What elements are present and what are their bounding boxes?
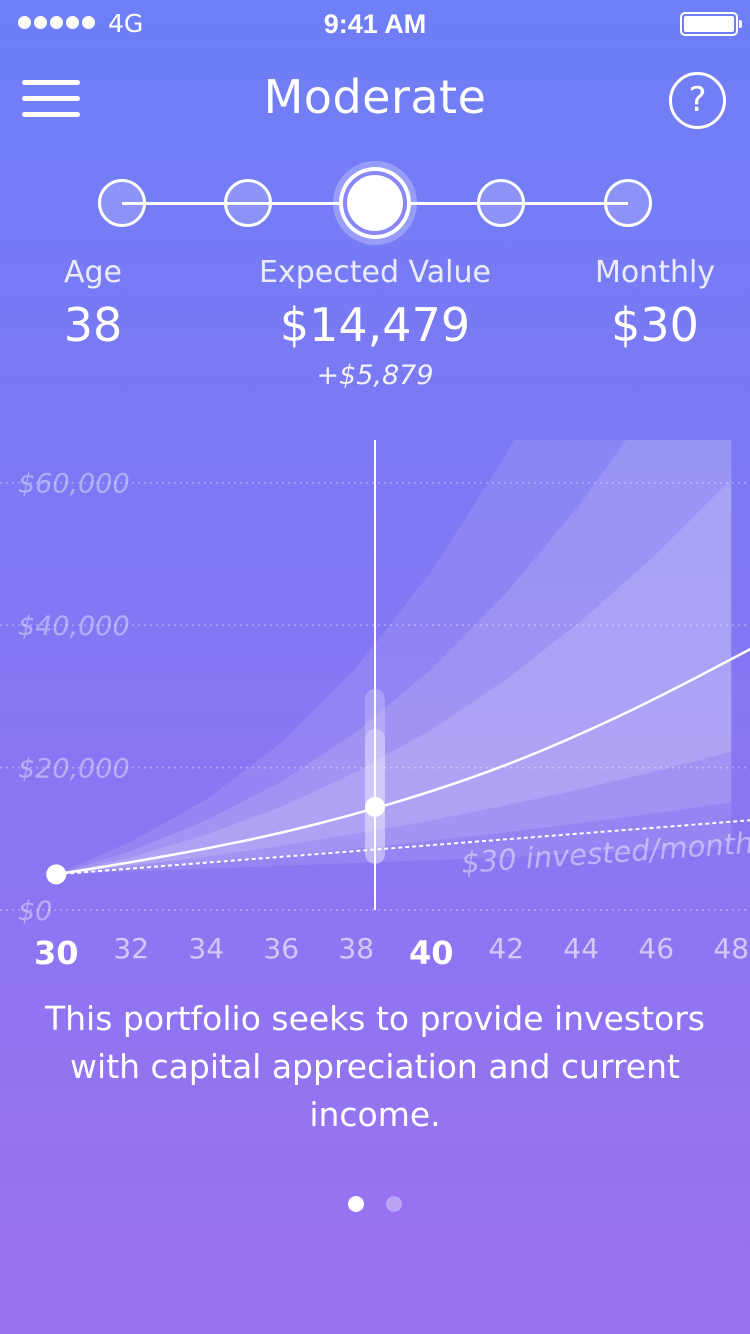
risk-level-2[interactable] [224,179,272,227]
x-tick-label: 40 [408,934,454,972]
x-tick-label: 34 [188,932,225,965]
y-tick-label: $60,000 [18,469,130,500]
expected-value-stat: Expected Value $14,479 +$5,879 [225,255,525,391]
risk-level-5[interactable] [604,179,652,227]
battery-icon [680,12,742,36]
age-value: 38 [63,298,123,352]
cursor-point [365,796,385,817]
y-tick-label: $40,000 [18,611,130,642]
monthly-value: $30 [611,298,699,352]
x-tick-label: 44 [563,932,600,965]
age-label: Age [63,255,123,290]
x-tick-label: 36 [263,932,300,965]
expected-value-amount: $14,479 [279,298,471,352]
monthly-stat: Monthly $30 [585,255,725,352]
monthly-label: Monthly [594,255,716,290]
projection-chart-svg: $0$20,000$40,000$60,000$30 invested/mont… [0,440,750,927]
x-tick-label: 32 [113,932,150,965]
risk-level-selector[interactable] [0,165,750,245]
cursor-range-inner [365,728,385,864]
start-point [46,864,67,885]
projection-chart[interactable]: $0 $20,000 $40,000 $60,000 $30 invested/mont… [0,440,750,930]
y-tick-label: $20,000 [18,754,130,785]
status-bar: 4G 9:41 AM [0,0,750,48]
age-stat: Age 38 [30,255,156,352]
x-axis-labels: 30 32 34 36 38 40 42 44 46 48 [0,930,750,972]
x-tick-label: 30 [33,934,79,972]
page-dot[interactable] [348,1196,364,1212]
help-button[interactable]: ? [669,72,726,129]
risk-level-3-selected[interactable] [339,167,411,239]
x-tick-label: 38 [338,932,375,965]
x-tick-label: 42 [488,932,525,965]
page-indicator[interactable] [0,1196,750,1212]
expected-value-label: Expected Value [259,255,491,290]
risk-level-4[interactable] [477,179,525,227]
risk-level-1[interactable] [98,179,146,227]
expected-value-change: +$5,879 [316,360,434,391]
x-tick-label: 46 [638,932,675,965]
portfolio-description: This portfolio seeks to provide investor… [44,999,706,1134]
page-title: Moderate [263,70,487,124]
page-dot[interactable] [386,1196,402,1212]
y-tick-label: $0 [18,896,52,927]
x-tick-label: 48 [713,932,750,965]
status-time: 9:41 AM [323,9,427,39]
